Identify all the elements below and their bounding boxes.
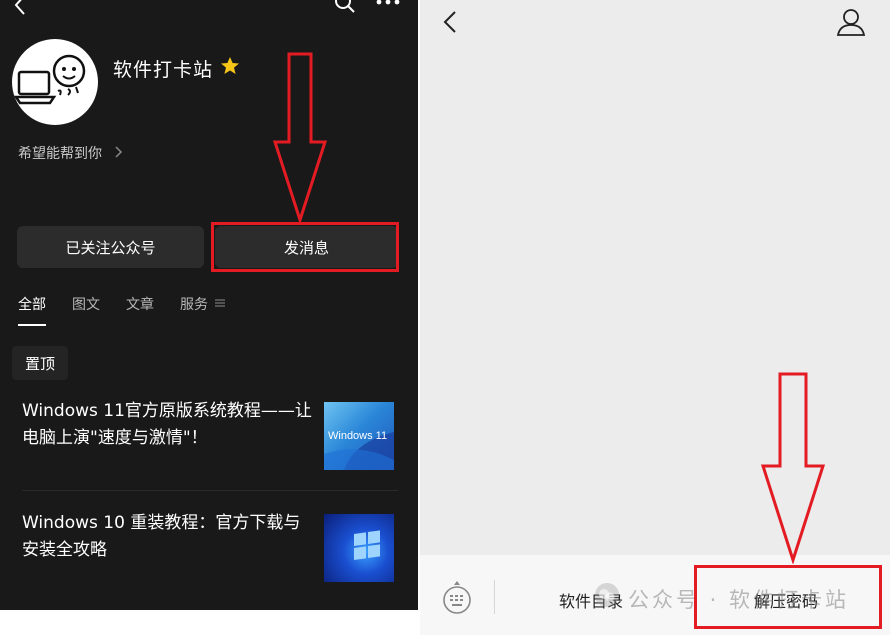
search-icon[interactable] <box>334 0 356 14</box>
account-profile-panel: 软件打卡站 希望能帮到你 已关注公众号 发消息 全部 图文 文章 服务 置顶 W… <box>0 0 418 610</box>
content-tabs: 全部 图文 文章 服务 <box>18 294 234 326</box>
tab-graphic[interactable]: 图文 <box>72 294 100 326</box>
pinned-label: 置顶 <box>12 346 68 380</box>
tab-services[interactable]: 服务 <box>180 294 208 326</box>
tab-all[interactable]: 全部 <box>18 294 46 326</box>
star-icon <box>221 57 239 74</box>
back-icon[interactable] <box>10 0 32 16</box>
avatar[interactable] <box>12 39 98 125</box>
arrow-down-icon <box>760 372 826 564</box>
article-title-1[interactable]: Windows 11官方原版系统教程——让电脑上演"速度与激情"！ <box>22 398 312 452</box>
more-icon[interactable] <box>376 0 400 8</box>
divider <box>494 580 495 614</box>
article-thumbnail-2[interactable] <box>324 514 394 582</box>
wechat-watermark-icon <box>595 583 619 607</box>
account-description[interactable]: 希望能帮到你 <box>18 143 102 163</box>
profile-icon[interactable] <box>836 8 866 36</box>
avatar-laptop-face-icon <box>13 54 86 105</box>
tab-articles[interactable]: 文章 <box>126 294 154 326</box>
account-name: 软件打卡站 <box>113 59 214 81</box>
keyboard-icon[interactable] <box>442 580 472 614</box>
back-icon[interactable] <box>442 10 458 34</box>
windows-logo-icon <box>354 530 380 560</box>
article-title-2[interactable]: Windows 10 重装教程：官方下载与安装全攻略 <box>22 510 312 564</box>
arrow-down-icon <box>272 52 328 224</box>
article-thumbnail-1[interactable]: Windows 11 <box>324 402 394 470</box>
chevron-right-icon <box>115 146 123 158</box>
followed-button[interactable]: 已关注公众号 <box>17 226 204 268</box>
highlight-box-send-message <box>211 222 399 272</box>
highlight-box-unzip-password <box>694 565 882 629</box>
menu-icon[interactable] <box>215 298 225 308</box>
thumbnail-caption: Windows 11 <box>328 430 388 442</box>
divider <box>22 490 398 491</box>
